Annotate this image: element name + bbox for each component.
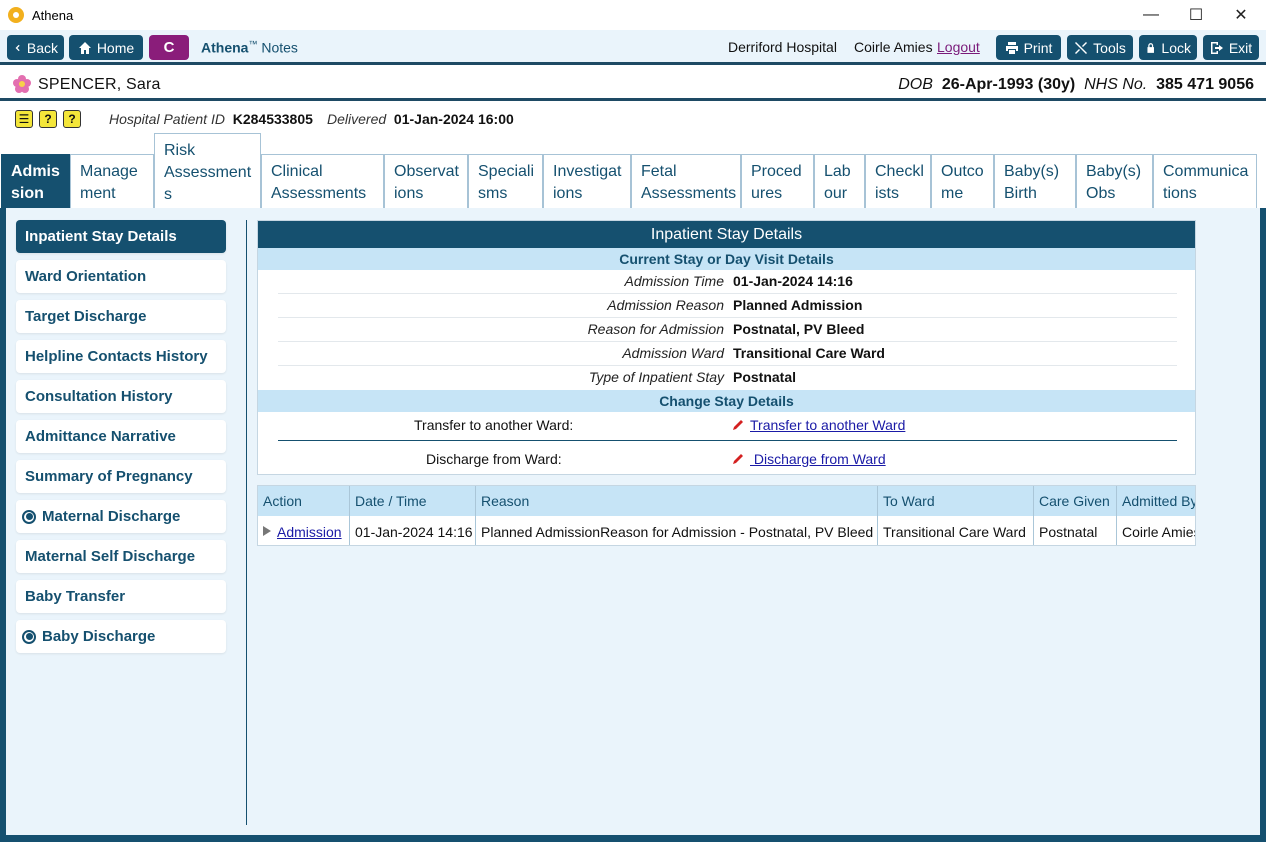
tab-checklists[interactable]: Checkl ists — [865, 154, 931, 209]
tab-babys-birth[interactable]: Baby(s) Birth — [994, 154, 1076, 209]
home-icon — [78, 41, 91, 54]
col-header-admitted-by[interactable]: Admitted By — [1117, 486, 1195, 516]
transfer-ward-link[interactable]: Transfer to another Ward — [732, 417, 905, 433]
tab-procedures[interactable]: Proced ures — [741, 154, 814, 209]
tab-outcome[interactable]: Outco me — [931, 154, 994, 209]
side-item-consultation-history[interactable]: Consultation History — [16, 380, 226, 413]
hospital-name: Derriford Hospital — [728, 39, 837, 55]
tab-clinical-assessments[interactable]: Clinical Assessments — [261, 154, 384, 209]
col-header-action[interactable]: Action — [258, 486, 350, 516]
query-icon[interactable]: ? — [63, 110, 81, 128]
home-button[interactable]: Home — [69, 35, 143, 60]
cell-reason: Planned AdmissionReason for Admission - … — [476, 516, 878, 545]
side-divider — [246, 220, 247, 825]
user-name: Coirle Amies — [854, 39, 933, 55]
tools-button[interactable]: Tools — [1067, 35, 1133, 60]
side-item-admittance-narrative[interactable]: Admittance Narrative — [16, 420, 226, 453]
lock-button[interactable]: Lock — [1139, 35, 1197, 60]
panel-title: Inpatient Stay Details — [258, 221, 1195, 248]
detail-row-reason-for-admission: Reason for Admission Postnatal, PV Bleed — [278, 318, 1177, 342]
cell-care-given: Postnatal — [1034, 516, 1117, 545]
frame-border-right — [1260, 208, 1266, 842]
tab-admission[interactable]: Admis sion — [1, 154, 70, 209]
maximize-icon[interactable]: ☐ — [1173, 0, 1219, 30]
detail-row-admission-ward: Admission Ward Transitional Care Ward — [278, 342, 1177, 366]
alert-list-icon[interactable]: ☰ — [15, 110, 33, 128]
tab-investigations[interactable]: Investigat ions — [543, 154, 631, 209]
back-button[interactable]: Back — [7, 35, 64, 60]
tab-observations[interactable]: Observat ions — [384, 154, 468, 209]
minimize-icon[interactable]: — — [1128, 0, 1174, 30]
close-icon[interactable]: ✕ — [1218, 0, 1264, 30]
current-stay-heading: Current Stay or Day Visit Details — [258, 248, 1195, 270]
athena-app-icon — [8, 7, 24, 23]
radio-icon — [22, 509, 36, 524]
app-toolbar: Back Home C Athena™ Notes Derriford Hosp… — [0, 30, 1266, 65]
cell-action: Admission — [258, 516, 350, 545]
side-item-summary-of-pregnancy[interactable]: Summary of Pregnancy — [16, 460, 226, 493]
exit-icon — [1210, 41, 1223, 54]
c-badge-button[interactable]: C — [149, 35, 189, 60]
flower-icon — [13, 75, 31, 93]
exit-button[interactable]: Exit — [1203, 35, 1259, 60]
side-item-baby-discharge[interactable]: Baby Discharge — [16, 620, 226, 653]
col-header-to-ward[interactable]: To Ward — [878, 486, 1034, 516]
patient-name: SPENCER, Sara — [38, 76, 161, 93]
col-header-datetime[interactable]: Date / Time — [350, 486, 476, 516]
admission-link[interactable]: Admission — [277, 524, 342, 540]
logout-link[interactable]: Logout — [937, 39, 980, 55]
patient-banner: SPENCER, Sara DOB 26-Apr-1993 (30y) NHS … — [0, 68, 1266, 101]
detail-row-admission-reason: Admission Reason Planned Admission — [278, 294, 1177, 318]
delivered-date: Delivered 01-Jan-2024 16:00 — [327, 111, 514, 127]
cell-datetime: 01-Jan-2024 14:16 — [350, 516, 476, 545]
window-titlebar: Athena — ☐ ✕ — [0, 0, 1266, 30]
tab-communications[interactable]: Communica tions — [1153, 154, 1257, 209]
printer-icon — [1005, 41, 1018, 54]
col-header-care-given[interactable]: Care Given — [1034, 486, 1117, 516]
side-item-ward-orientation[interactable]: Ward Orientation — [16, 260, 226, 293]
change-separator — [278, 440, 1177, 441]
tab-specialisms[interactable]: Speciali sms — [468, 154, 543, 209]
stay-history-table: Action Date / Time Reason To Ward Care G… — [257, 485, 1196, 546]
side-item-inpatient-stay-details[interactable]: Inpatient Stay Details — [16, 220, 226, 253]
frame-border-bottom — [0, 835, 1266, 842]
inpatient-stay-panel: Inpatient Stay Details Current Stay or D… — [257, 220, 1196, 475]
table-header: Action Date / Time Reason To Ward Care G… — [258, 486, 1195, 516]
col-header-reason[interactable]: Reason — [476, 486, 878, 516]
cell-to-ward: Transitional Care Ward — [878, 516, 1034, 545]
pencil-icon — [733, 454, 743, 464]
change-stay-heading: Change Stay Details — [258, 390, 1195, 412]
tab-labour[interactable]: Lab our — [814, 154, 865, 209]
print-button[interactable]: Print — [996, 35, 1061, 60]
detail-row-type-of-stay: Type of Inpatient Stay Postnatal — [588, 369, 797, 385]
lock-icon — [1147, 42, 1154, 53]
hospital-patient-id: Hospital Patient ID K284533805 — [109, 111, 313, 127]
tab-risk-assessments[interactable]: Risk Assessment s — [154, 133, 261, 209]
side-item-target-discharge[interactable]: Target Discharge — [16, 300, 226, 333]
side-item-baby-transfer[interactable]: Baby Transfer — [16, 580, 226, 613]
side-item-maternal-discharge[interactable]: Maternal Discharge — [16, 500, 226, 533]
pencil-icon — [733, 420, 743, 430]
cell-admitted-by: Coirle Amies — [1122, 524, 1196, 540]
expand-triangle-icon[interactable] — [263, 526, 271, 536]
window-title: Athena — [32, 7, 74, 23]
side-item-helpline-contacts-history[interactable]: Helpline Contacts History — [16, 340, 226, 373]
detail-row-admission-time: Admission Time 01-Jan-2024 14:16 — [278, 270, 1177, 294]
tools-icon — [1075, 41, 1088, 54]
side-item-maternal-self-discharge[interactable]: Maternal Self Discharge — [16, 540, 226, 573]
tab-management[interactable]: Manage ment — [70, 154, 154, 209]
patient-dob-nhs: DOB 26-Apr-1993 (30y) NHS No. 385 471 90… — [898, 76, 1254, 93]
tab-babys-obs[interactable]: Baby(s) Obs — [1076, 154, 1153, 209]
help-icon[interactable]: ? — [39, 110, 57, 128]
radio-icon — [22, 629, 36, 644]
tab-fetal-assessments[interactable]: Fetal Assessments — [631, 154, 741, 209]
chevron-left-icon — [15, 44, 20, 51]
discharge-ward-link[interactable]: Discharge from Ward — [732, 451, 886, 467]
app-brand: Athena™ Notes — [201, 39, 298, 56]
